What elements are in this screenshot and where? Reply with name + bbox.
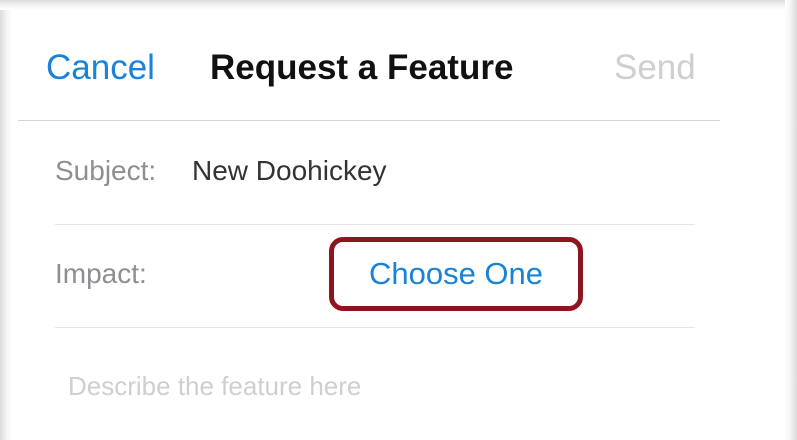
screen-edge-top: [0, 0, 797, 10]
send-button[interactable]: Send: [614, 46, 696, 90]
impact-selector-highlight[interactable]: Choose One: [329, 237, 583, 311]
impact-label: Impact:: [55, 258, 147, 289]
subject-row: Subject: New Doohickey: [55, 120, 695, 225]
impact-choose-one-button[interactable]: Choose One: [334, 242, 578, 306]
navigation-bar: Cancel Request a Feature Send: [18, 24, 720, 121]
cancel-button[interactable]: Cancel: [46, 46, 155, 90]
screen-edge-right: [785, 0, 797, 440]
subject-label: Subject:: [55, 155, 157, 186]
description-field[interactable]: [68, 366, 688, 406]
screen-edge-left: [0, 0, 12, 440]
impact-row: Impact: Choose One: [55, 223, 695, 328]
page-title: Request a Feature: [210, 48, 514, 87]
subject-field[interactable]: New Doohickey: [192, 153, 387, 189]
request-feature-screen: Cancel Request a Feature Send Subject: N…: [0, 0, 797, 440]
